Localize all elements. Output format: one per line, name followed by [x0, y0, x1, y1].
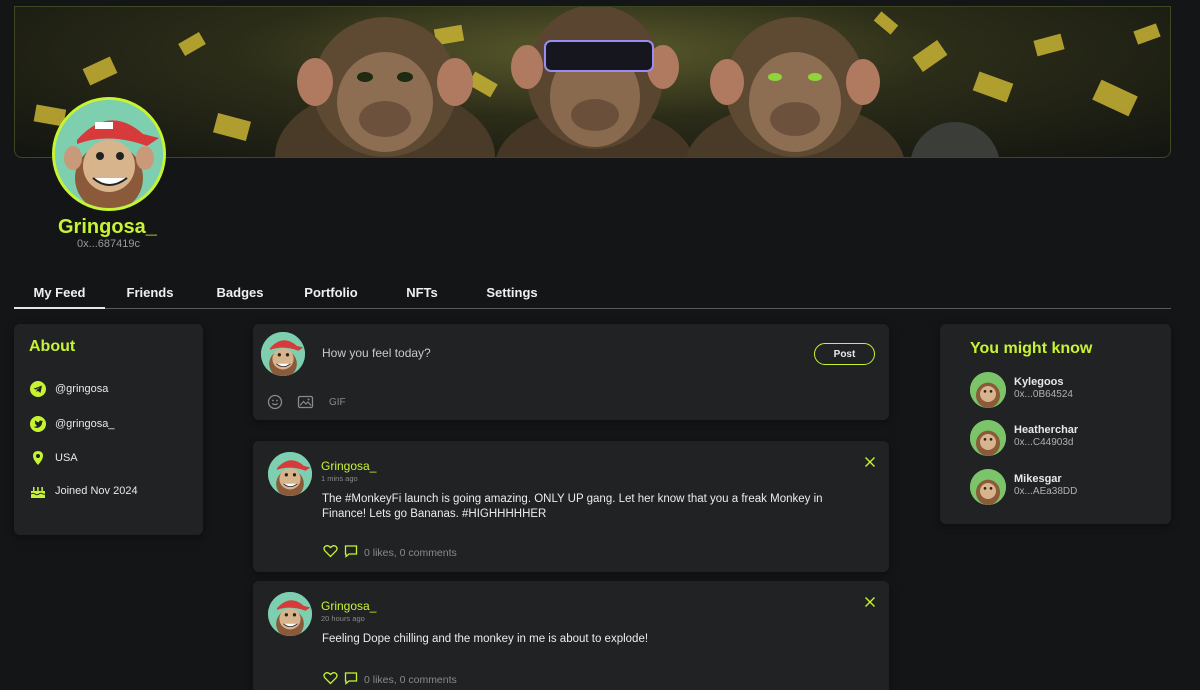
suggestion-avatar: [970, 372, 1006, 408]
suggestion-name: Kylegoos: [1014, 376, 1064, 388]
tab-badges[interactable]: Badges: [210, 278, 270, 309]
suggestion-avatar: [970, 469, 1006, 505]
profile-banner: [14, 6, 1171, 158]
telegram-handle: @gringosa: [55, 383, 109, 395]
feed-post: Gringosa_ 1 mins ago The #MonkeyFi launc…: [253, 441, 889, 572]
suggestion-avatar: [970, 420, 1006, 456]
cake-icon: [29, 482, 47, 500]
heart-icon[interactable]: [323, 544, 338, 561]
post-author-avatar[interactable]: [268, 452, 312, 496]
tab-friends[interactable]: Friends: [118, 278, 182, 309]
telegram-icon: [29, 380, 47, 398]
post-stats: 0 likes, 0 comments: [364, 673, 457, 686]
close-icon[interactable]: [864, 455, 876, 467]
about-location: USA: [29, 448, 78, 468]
profile-wallet-address: 0x...687419c: [77, 238, 140, 250]
gif-button[interactable]: GIF: [329, 394, 346, 410]
post-timestamp: 1 mins ago: [321, 474, 358, 483]
location-pin-icon: [29, 449, 47, 467]
post-composer: How you feel today? Post GIF: [253, 324, 889, 420]
comment-icon[interactable]: [344, 544, 358, 561]
post-author-name[interactable]: Gringosa_: [321, 459, 376, 473]
suggestion-name: Mikesgar: [1014, 473, 1062, 485]
feed-post: Gringosa_ 20 hours ago Feeling Dope chil…: [253, 581, 889, 690]
composer-input[interactable]: How you feel today?: [322, 346, 431, 360]
joined-date: Joined Nov 2024: [55, 485, 138, 497]
post-actions: 0 likes, 0 comments: [323, 671, 457, 688]
about-telegram[interactable]: @gringosa: [29, 379, 108, 399]
suggestions-card: You might know Kylegoos 0x...0B64524 Hea…: [940, 324, 1171, 524]
post-timestamp: 20 hours ago: [321, 614, 365, 623]
post-button[interactable]: Post: [814, 343, 875, 365]
composer-avatar: [261, 332, 305, 376]
suggestions-title: You might know: [970, 340, 1093, 357]
suggestion-address: 0x...AEa38DD: [1014, 486, 1078, 497]
banner-image: [33, 7, 1161, 157]
tab-nfts[interactable]: NFTs: [400, 278, 444, 309]
tab-portfolio[interactable]: Portfolio: [298, 278, 364, 309]
suggestion-address: 0x...C44903d: [1014, 437, 1074, 448]
about-card: About @gringosa @gringosa_ USA Joined No…: [14, 324, 203, 535]
tab-my-feed[interactable]: My Feed: [14, 278, 105, 309]
about-title: About: [29, 338, 76, 355]
twitter-handle: @gringosa_: [55, 418, 115, 430]
suggestion-name: Heatherchar: [1014, 424, 1079, 436]
emoji-icon[interactable]: [267, 394, 283, 410]
about-twitter[interactable]: @gringosa_: [29, 414, 114, 434]
post-author-avatar[interactable]: [268, 592, 312, 636]
post-body: The #MonkeyFi launch is going amazing. O…: [322, 493, 823, 520]
profile-username: Gringosa_: [58, 216, 157, 238]
image-upload-icon[interactable]: [297, 394, 314, 410]
post-stats: 0 likes, 0 comments: [364, 546, 457, 559]
twitter-icon: [29, 415, 47, 433]
post-actions: 0 likes, 0 comments: [323, 544, 457, 561]
close-icon[interactable]: [864, 595, 876, 607]
monkey-avatar-image: [55, 100, 163, 208]
post-author-name[interactable]: Gringosa_: [321, 599, 376, 613]
profile-avatar[interactable]: [52, 97, 166, 211]
about-joined: Joined Nov 2024: [29, 481, 138, 501]
heart-icon[interactable]: [323, 671, 338, 688]
post-body: Feeling Dope chilling and the monkey in …: [322, 633, 649, 645]
suggestion-address: 0x...0B64524: [1014, 389, 1073, 400]
location-text: USA: [55, 452, 78, 464]
profile-tabs: My Feed Friends Badges Portfolio NFTs Se…: [14, 278, 1171, 309]
tab-settings[interactable]: Settings: [480, 278, 544, 309]
comment-icon[interactable]: [344, 671, 358, 688]
